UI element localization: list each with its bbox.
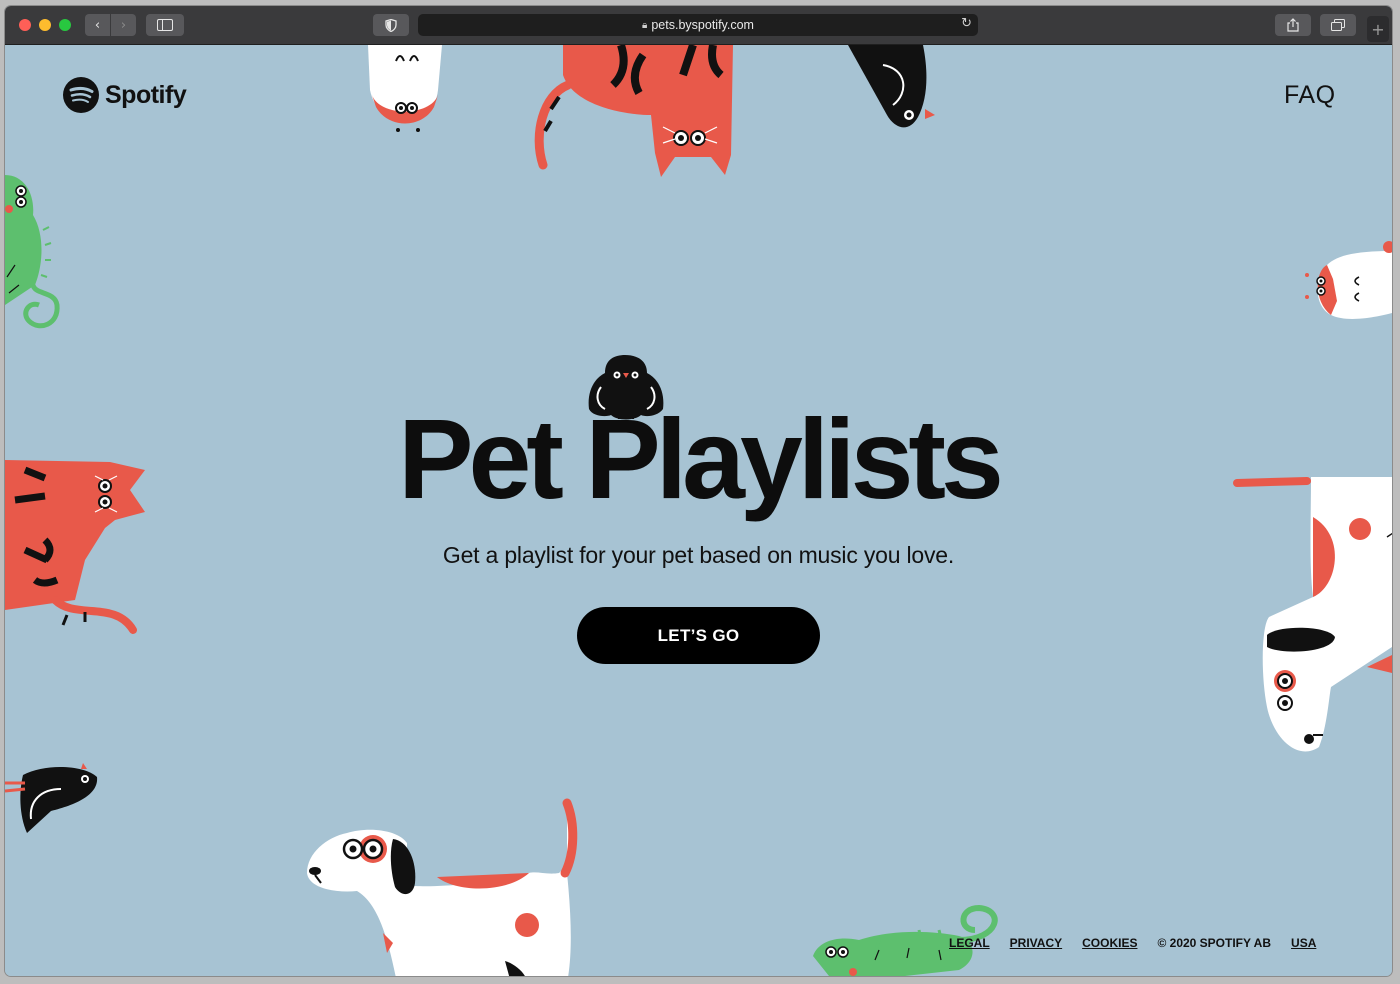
privacy-report-button[interactable] — [373, 14, 409, 36]
new-tab-button[interactable]: + — [1367, 16, 1389, 42]
chevron-left-icon: ‹ — [94, 17, 101, 33]
back-button[interactable]: ‹ — [85, 14, 110, 36]
faq-link[interactable]: FAQ — [1284, 81, 1336, 110]
white-dog-right-illustration — [1233, 477, 1392, 752]
footer-links: LEGAL PRIVACY COOKIES © 2020 SPOTIFY AB … — [949, 936, 1316, 950]
white-dog-illustration — [307, 798, 578, 976]
zoom-window-button[interactable] — [59, 19, 71, 31]
url-text: pets.byspotify.com — [651, 18, 754, 32]
logo-wordmark: Spotify — [105, 80, 187, 109]
black-bird-illustration — [848, 45, 935, 128]
tab-overview-button[interactable] — [1320, 14, 1356, 36]
shield-icon — [385, 18, 397, 32]
lock-icon: 🔒︎ — [642, 19, 648, 31]
browser-window: ‹ › 🔒︎ pets.byspotify.com ↻ + Spotify FA… — [5, 6, 1392, 976]
region-link[interactable]: USA — [1291, 936, 1316, 950]
sidebar-toggle-button[interactable] — [146, 14, 184, 36]
page-content: Spotify FAQ Pet Playlists Get a playlist… — [5, 45, 1392, 976]
chevron-right-icon: › — [120, 17, 127, 33]
privacy-link[interactable]: PRIVACY — [1010, 936, 1062, 950]
white-hamster-illustration — [1305, 241, 1392, 319]
lets-go-button[interactable]: LET’S GO — [577, 607, 820, 664]
share-button[interactable] — [1275, 14, 1311, 36]
address-bar[interactable]: 🔒︎ pets.byspotify.com ↻ — [418, 14, 978, 36]
cookies-link[interactable]: COOKIES — [1082, 936, 1137, 950]
copyright-text: © 2020 SPOTIFY AB — [1157, 936, 1272, 950]
spotify-icon — [63, 77, 99, 113]
close-window-button[interactable] — [19, 19, 31, 31]
white-cat-illustration — [368, 45, 442, 132]
forward-button[interactable]: › — [111, 14, 136, 36]
sidebar-icon — [157, 19, 173, 31]
page-title: Pet Playlists — [398, 396, 1004, 522]
reload-icon[interactable]: ↻ — [961, 16, 972, 31]
green-lizard-illustration — [5, 175, 60, 329]
orange-cat-illustration — [534, 45, 733, 177]
minimize-window-button[interactable] — [39, 19, 51, 31]
hero-subtitle: Get a playlist for your pet based on mus… — [442, 542, 955, 568]
black-bird-left-illustration — [5, 763, 98, 833]
share-icon — [1287, 18, 1299, 32]
legal-link[interactable]: LEGAL — [949, 936, 990, 950]
browser-toolbar: ‹ › 🔒︎ pets.byspotify.com ↻ + — [5, 6, 1392, 45]
tab-overview-icon — [1331, 19, 1345, 31]
plus-icon: + — [1371, 19, 1385, 39]
spotify-logo[interactable]: Spotify — [63, 77, 187, 113]
